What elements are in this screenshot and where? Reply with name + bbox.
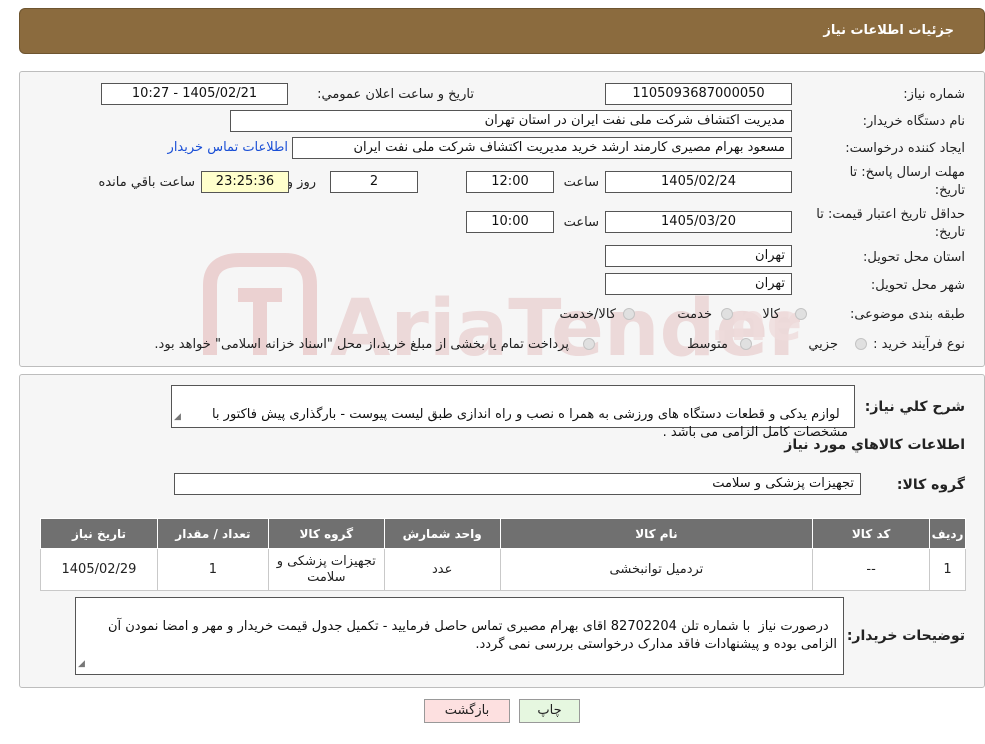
col-header-need-date: تاریخ نیاز	[40, 518, 158, 549]
page-title: جزئیات اطلاعات نیاز	[823, 23, 954, 38]
resize-handle-icon[interactable]: ◢	[78, 655, 85, 673]
city-field[interactable]: تهران	[605, 273, 792, 295]
category-option-goods: کالا	[762, 307, 780, 322]
province-label: استان محل تحويل:	[863, 250, 965, 265]
page-header: جزئیات اطلاعات نیاز	[19, 8, 985, 54]
print-button[interactable]: چاپ	[519, 699, 580, 723]
goods-group-label: گروه کالا:	[896, 477, 965, 493]
cell-row-number: 1	[929, 548, 966, 591]
days-label: روز و	[286, 175, 316, 190]
validity-date-field[interactable]: 1405/03/20	[605, 211, 792, 233]
validity-label: حداقل تاريخ اعتبار قيمت: تا	[816, 207, 965, 222]
need-number-label: شماره نیاز:	[903, 87, 965, 102]
col-header-item-code: کد کالا	[812, 518, 931, 549]
cell-unit: عدد	[383, 548, 501, 591]
summary-label: شرح کلي نياز:	[864, 399, 965, 415]
process-radio-minor[interactable]	[855, 338, 867, 350]
category-label: طبقه بندی موضوعی:	[849, 307, 965, 322]
process-label: نوع فرآيند خريد :	[873, 337, 965, 352]
deadline-date-field[interactable]: 1405/02/24	[605, 171, 792, 193]
process-radio-treasury[interactable]	[583, 338, 595, 350]
buyer-org-label: نام دستگاه خريدار:	[862, 114, 965, 129]
category-radio-service[interactable]	[721, 308, 733, 320]
creator-field[interactable]: مسعود بهرام مصیری کارمند ارشد خرید مدیری…	[292, 137, 792, 159]
back-button[interactable]: بازگشت	[424, 699, 510, 723]
buyer-notes-label: توضيحات خريدار:	[846, 628, 965, 644]
buyer-org-field[interactable]: مدیریت اکتشاف شرکت ملی نفت ایران در استا…	[230, 110, 792, 132]
goods-table: رديف کد کالا نام کالا واحد شمارش گروه کا…	[40, 518, 966, 591]
cell-goods-group: تجهیزات پزشکی و سلامت	[267, 548, 385, 591]
table-row[interactable]: 1 -- تردمیل توانبخشی عدد تجهیزات پزشکی و…	[40, 548, 966, 591]
creator-label: ايجاد کننده درخواست:	[845, 141, 965, 156]
deadline-label-date: تاريخ:	[934, 183, 965, 198]
table-header-row: رديف کد کالا نام کالا واحد شمارش گروه کا…	[40, 518, 966, 549]
col-header-row-number: رديف	[929, 518, 966, 549]
validity-time-label: ساعت	[563, 215, 599, 230]
announce-datetime-field[interactable]: 1405/02/21 - 10:27	[101, 83, 288, 105]
days-field[interactable]: 2	[330, 171, 418, 193]
province-field[interactable]: تهران	[605, 245, 792, 267]
process-option-minor: جزيي	[808, 337, 838, 352]
remaining-time-field: 23:25:36	[201, 171, 289, 193]
col-header-unit: واحد شمارش	[383, 518, 501, 549]
validity-time-field[interactable]: 10:00	[466, 211, 554, 233]
category-radio-goods[interactable]	[795, 308, 807, 320]
category-radio-goods-service[interactable]	[623, 308, 635, 320]
process-option-medium: متوسط	[687, 337, 728, 352]
category-option-service: خدمت	[677, 307, 712, 322]
validity-label-date: تاريخ:	[934, 225, 965, 240]
col-header-quantity: تعداد / مقدار	[156, 518, 269, 549]
remaining-label: ساعت باقي مانده	[98, 175, 195, 190]
cell-item-name: تردمیل توانبخشی	[499, 548, 814, 591]
buyer-contact-link[interactable]: اطلاعات تماس خريدار	[168, 140, 288, 155]
deadline-label: مهلت ارسال پاسخ: تا	[849, 165, 965, 180]
process-radio-medium[interactable]	[740, 338, 752, 350]
col-header-goods-group: گروه کالا	[267, 518, 385, 549]
buyer-notes-text: درصورت نیاز با شماره تلن 82702204 اقای ب…	[103, 619, 837, 652]
deadline-time-field[interactable]: 12:00	[466, 171, 554, 193]
need-number-field[interactable]: 1105093687000050	[605, 83, 792, 105]
summary-textarea[interactable]: لوازم یدکی و قطعات دستگاه های ورزشی به ه…	[171, 385, 855, 440]
buyer-notes-textarea[interactable]: درصورت نیاز با شماره تلن 82702204 اقای ب…	[75, 597, 844, 675]
goods-info-title: اطلاعات کالاهاي مورد نياز	[784, 437, 965, 453]
col-header-item-name: نام کالا	[499, 518, 814, 549]
process-note: پرداخت تمام یا بخشی از مبلغ خرید،از محل …	[154, 337, 569, 352]
cell-need-date: 1405/02/29	[40, 548, 158, 591]
category-option-goods-service: کالا/خدمت	[559, 307, 616, 322]
announce-label: تاریخ و ساعت اعلان عمومي:	[317, 87, 474, 102]
cell-item-code: --	[812, 548, 931, 591]
goods-group-field[interactable]: تجهیزات پزشکی و سلامت	[174, 473, 861, 495]
cell-quantity: 1	[156, 548, 269, 591]
resize-handle-icon[interactable]: ◢	[174, 408, 181, 426]
city-label: شهر محل تحويل:	[870, 278, 965, 293]
deadline-time-label: ساعت	[563, 175, 599, 190]
